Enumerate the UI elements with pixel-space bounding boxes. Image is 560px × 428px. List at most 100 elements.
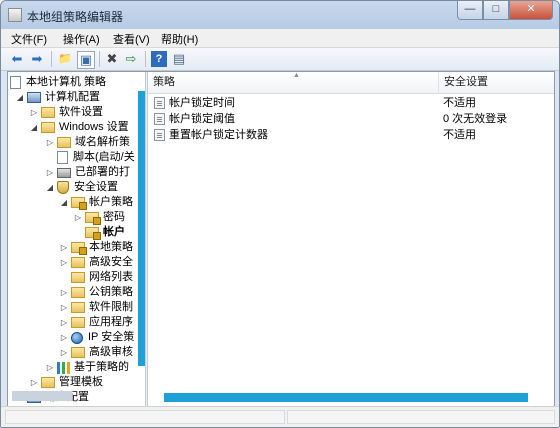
minimize-button[interactable]: —	[457, 1, 483, 20]
ip-security-icon	[71, 331, 83, 344]
back-arrow-icon[interactable]: ⬅	[9, 51, 25, 67]
status-bar	[1, 406, 559, 427]
tree-node-admin-templates[interactable]: ▷ 管理模板	[30, 375, 103, 390]
tree-node-account-lockout[interactable]: 帐户	[85, 225, 125, 240]
folder-icon	[71, 317, 85, 328]
maximize-button[interactable]: □	[483, 1, 509, 20]
expand-arrow-icon[interactable]: ▷	[60, 255, 68, 270]
tree-label-selected: 帐户	[103, 226, 125, 238]
policy-name: 重置帐户锁定计数器	[169, 129, 268, 141]
help-icon[interactable]: ?	[151, 51, 167, 67]
expand-arrow-icon[interactable]: ▷	[30, 105, 38, 120]
expand-arrow-icon[interactable]: ▷	[60, 285, 68, 300]
expand-arrow-icon[interactable]: ▷	[46, 135, 54, 150]
policy-list-pane: 策略 ▲ 安全设置 帐户锁定时间 不适用 帐户锁定阈值 0 次无效登录 重置帐户…	[148, 72, 554, 406]
tree-node-ip-security[interactable]: ▷ IP 安全策	[60, 330, 134, 345]
tree-label: 域名解析策	[75, 136, 130, 148]
folder-icon	[71, 302, 85, 313]
tree-node-public-key[interactable]: ▷ 公钥策略	[60, 285, 133, 300]
tree-vertical-scrollbar[interactable]	[138, 91, 145, 366]
policy-row[interactable]: 帐户锁定时间 不适用	[148, 95, 554, 111]
delete-icon[interactable]: ✖	[104, 51, 120, 67]
toolbar-separator	[99, 51, 100, 67]
expand-arrow-icon[interactable]: ▷	[46, 360, 54, 375]
title-bar[interactable]: 本地组策略编辑器 — □ ✕	[1, 1, 559, 29]
tree-label: 基于策略的	[74, 361, 129, 373]
folder-icon	[71, 257, 85, 268]
locked-folder-icon	[85, 227, 101, 240]
properties-icon[interactable]: ▤	[171, 51, 187, 67]
locked-folder-icon	[71, 197, 87, 210]
expand-arrow-icon[interactable]: ▷	[60, 300, 68, 315]
column-header-setting[interactable]: 安全设置	[439, 72, 554, 93]
tree-node-deployed-printers[interactable]: ▷ 已部署的打	[46, 165, 130, 180]
tree-node-advanced-audit[interactable]: ▷ 高级审核	[60, 345, 133, 360]
menu-file[interactable]: 文件(F)	[11, 31, 47, 47]
policy-name: 帐户锁定阈值	[169, 113, 235, 125]
tree-node-software-settings[interactable]: ▷ 软件设置	[30, 105, 103, 120]
tree-label: 密码	[103, 211, 125, 223]
expand-arrow-icon[interactable]: ▷	[60, 315, 68, 330]
tree-label: 高级审核	[89, 346, 133, 358]
tree-node-scripts[interactable]: 脚本(启动/关	[57, 150, 135, 165]
collapse-arrow-icon[interactable]: ◢	[30, 120, 38, 135]
locked-folder-icon	[71, 242, 87, 255]
export-list-icon[interactable]: ⇨	[123, 51, 139, 67]
close-button[interactable]: ✕	[509, 1, 553, 20]
main-content: 本地计算机 策略 ◢ 计算机配置 ▷ 软件设置 ◢ Windows 设置 ▷ 域…	[7, 71, 555, 407]
tree-node-software-restriction[interactable]: ▷ 软件限制	[60, 300, 133, 315]
tree-node-windows-settings[interactable]: ◢ Windows 设置	[30, 120, 129, 135]
folder-icon	[41, 377, 55, 388]
window-title: 本地组策略编辑器	[27, 10, 124, 24]
tree-label: 脚本(启动/关	[73, 151, 135, 163]
menu-view[interactable]: 查看(V)	[113, 31, 150, 47]
up-folder-icon[interactable]: 📁	[57, 51, 73, 67]
policy-row[interactable]: 帐户锁定阈值 0 次无效登录	[148, 111, 554, 127]
tree-node-password-policy[interactable]: ▷ 密码	[74, 210, 125, 225]
tree-label: 网络列表	[89, 271, 133, 283]
collapse-arrow-icon[interactable]: ◢	[60, 195, 68, 210]
tree-node-security-settings[interactable]: ◢ 安全设置	[46, 180, 118, 195]
list-horizontal-scrollbar[interactable]	[164, 393, 528, 402]
tree-node-app-control[interactable]: ▷ 应用程序	[60, 315, 133, 330]
tree-node-computer-config[interactable]: ◢ 计算机配置	[16, 90, 100, 105]
menu-action[interactable]: 操作(A)	[63, 31, 100, 47]
collapse-arrow-icon[interactable]: ◢	[16, 90, 24, 105]
folder-icon	[57, 137, 71, 148]
policy-item-icon	[154, 97, 165, 109]
tree-label: 安全设置	[74, 181, 118, 193]
tree-label: 高级安全	[89, 256, 133, 268]
menu-help[interactable]: 帮助(H)	[161, 31, 198, 47]
tree-horizontal-scrollbar[interactable]	[12, 391, 72, 401]
tree-node-advanced-security[interactable]: ▷ 高级安全	[60, 255, 133, 270]
expand-arrow-icon[interactable]: ▷	[60, 240, 68, 255]
forward-arrow-icon[interactable]: ➡	[29, 51, 45, 67]
toolbar: ⬅ ➡ 📁 ▣ ✖ ⇨ ? ▤	[1, 48, 559, 71]
tree-node-account-policies[interactable]: ◢ 帐户策略	[60, 195, 133, 210]
policy-row[interactable]: 重置帐户锁定计数器 不适用	[148, 127, 554, 143]
tree-node-local-policies[interactable]: ▷ 本地策略	[60, 240, 133, 255]
tree-node-root[interactable]: 本地计算机 策略	[10, 75, 106, 90]
tree-pane: 本地计算机 策略 ◢ 计算机配置 ▷ 软件设置 ◢ Windows 设置 ▷ 域…	[8, 72, 145, 406]
expand-arrow-icon[interactable]: ▷	[60, 330, 68, 345]
tree-node-network-list[interactable]: 网络列表	[71, 270, 133, 285]
sort-ascending-icon: ▲	[293, 72, 300, 79]
expand-arrow-icon[interactable]: ▷	[74, 210, 82, 225]
folder-icon	[41, 122, 55, 133]
expand-arrow-icon[interactable]: ▷	[60, 345, 68, 360]
tree-node-qos[interactable]: ▷ 基于策略的	[46, 360, 129, 375]
policy-root-icon	[10, 76, 21, 89]
policy-item-icon	[154, 129, 165, 141]
tree-node-name-resolution[interactable]: ▷ 域名解析策	[46, 135, 130, 150]
show-hide-tree-icon[interactable]: ▣	[77, 51, 95, 69]
tree-label: 计算机配置	[45, 91, 100, 103]
policy-setting: 不适用	[443, 129, 476, 141]
policy-setting: 0 次无效登录	[443, 113, 508, 125]
expand-arrow-icon[interactable]: ▷	[46, 165, 54, 180]
collapse-arrow-icon[interactable]: ◢	[46, 180, 54, 195]
policy-setting: 不适用	[443, 97, 476, 109]
tree-label: 本地策略	[89, 241, 133, 253]
qos-chart-icon	[57, 361, 70, 374]
window-controls: — □ ✕	[457, 1, 553, 21]
expand-arrow-icon[interactable]: ▷	[30, 375, 38, 390]
